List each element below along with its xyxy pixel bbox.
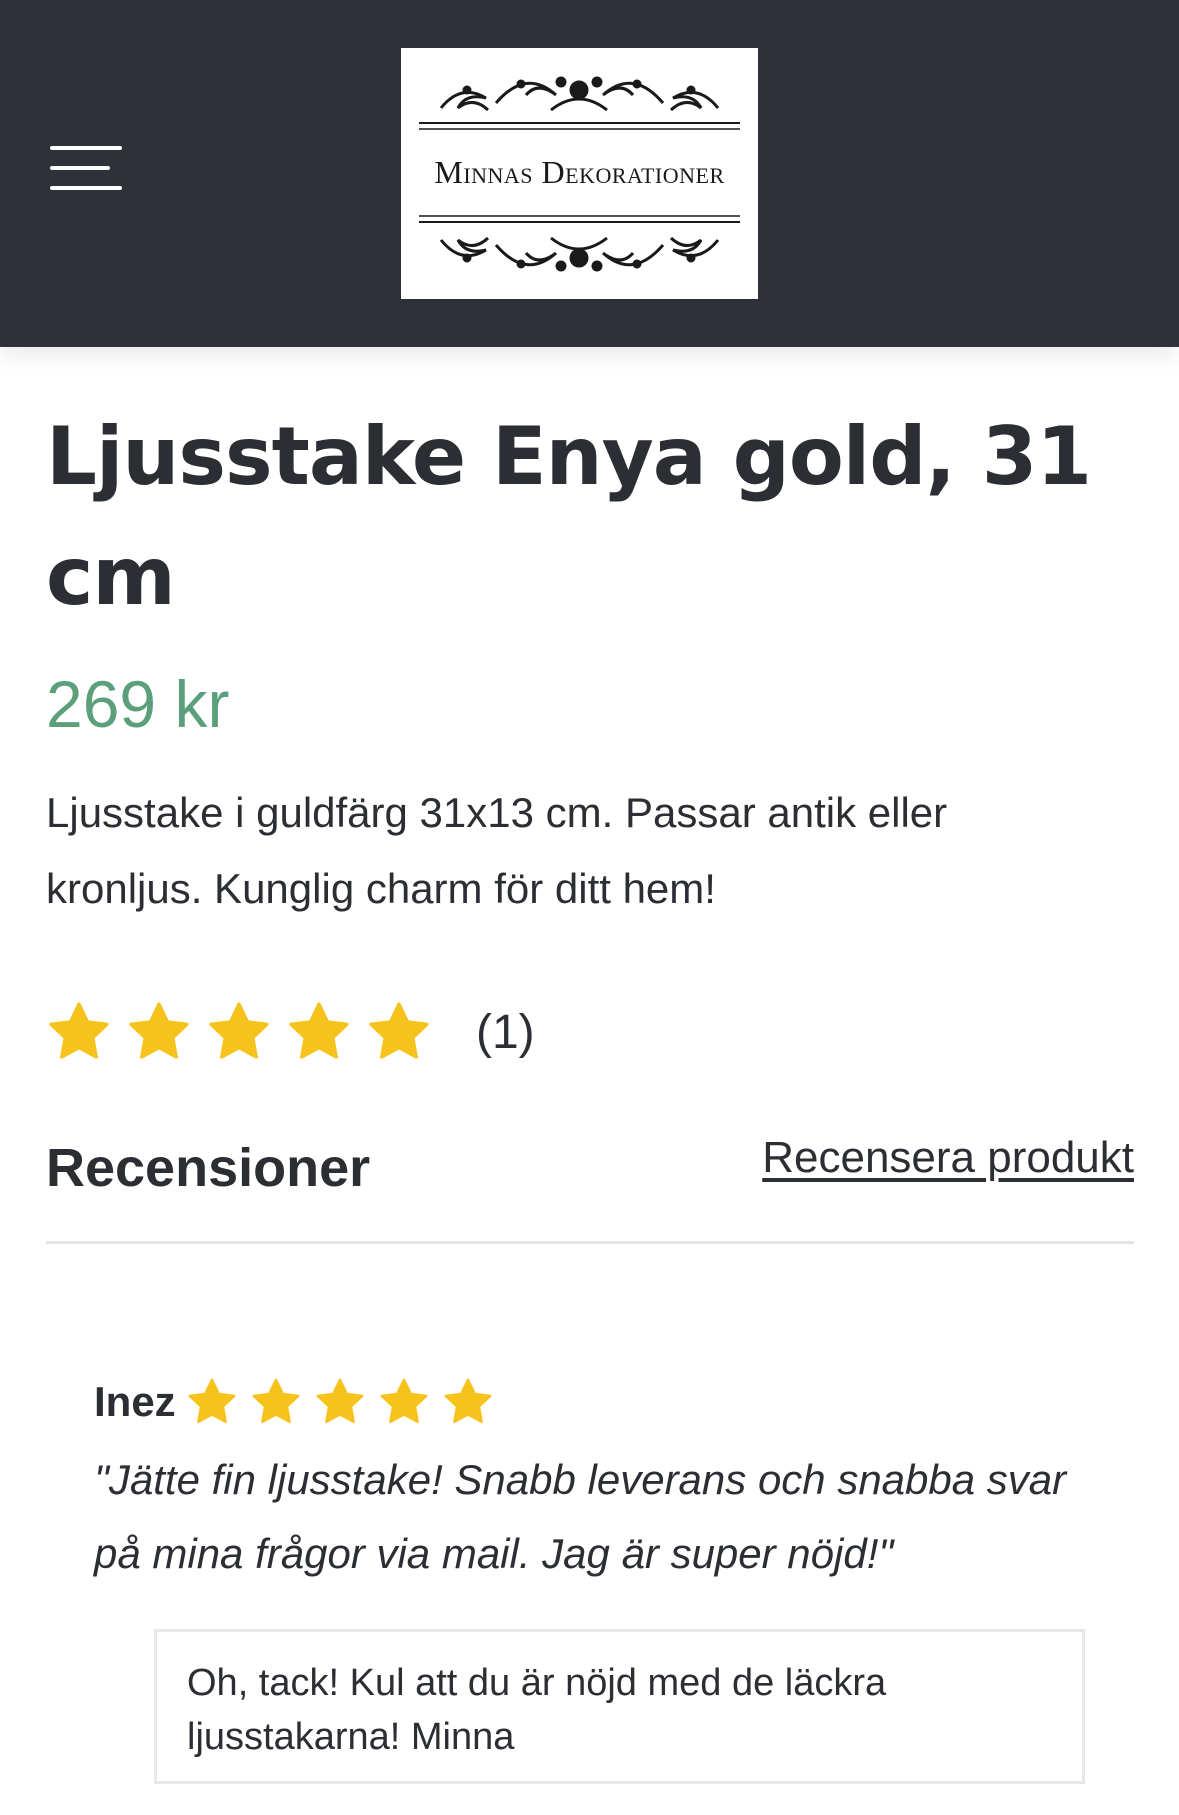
menu-line	[50, 146, 122, 150]
menu-line	[50, 166, 110, 170]
divider	[46, 1241, 1134, 1244]
rating-count: (1)	[476, 1005, 535, 1059]
review-stars	[186, 1376, 506, 1428]
star-icon	[289, 1002, 349, 1059]
review-text: "Jätte fin ljusstake! Snabb leverans och…	[94, 1456, 1067, 1577]
brand-logo[interactable]: Minnas Dekorationer	[401, 48, 758, 299]
product-price: 269 kr	[46, 667, 230, 741]
product-description: Ljusstake i guldfärg 31x13 cm. Passar an…	[46, 789, 948, 912]
review-header: Inez	[94, 1367, 1094, 1437]
review-reply: Oh, tack! Kul att du är nöjd med de läck…	[154, 1629, 1085, 1784]
reviews-header: Recensioner Recensera produkt	[46, 1133, 1134, 1217]
review-item: Inez "Jätte fin ljusstake! Snabb leveran…	[94, 1367, 1094, 1591]
star-icon	[129, 1002, 189, 1059]
rating-stars	[46, 999, 446, 1065]
site-header: Minnas Dekorationer	[0, 0, 1179, 347]
reviews-heading: Recensioner	[46, 1138, 371, 1198]
write-review-link[interactable]: Recensera produkt	[762, 1133, 1134, 1183]
product-title: Ljusstake Enya gold, 31 cm	[46, 410, 1092, 623]
star-icon	[316, 1378, 364, 1424]
product-detail: Ljusstake Enya gold, 31 cm 269 kr Ljusst…	[46, 347, 1134, 1577]
brand-name: Minnas Dekorationer	[434, 154, 725, 190]
reviewer-name: Inez	[94, 1378, 176, 1425]
star-icon	[369, 1002, 429, 1059]
product-rating[interactable]: (1)	[46, 992, 535, 1072]
menu-icon[interactable]	[44, 140, 124, 196]
star-icon	[252, 1378, 300, 1424]
star-icon	[380, 1378, 428, 1424]
star-icon	[209, 1002, 269, 1059]
menu-line	[50, 186, 122, 190]
star-icon	[444, 1378, 492, 1424]
star-icon	[49, 1002, 109, 1059]
star-icon	[188, 1378, 236, 1424]
